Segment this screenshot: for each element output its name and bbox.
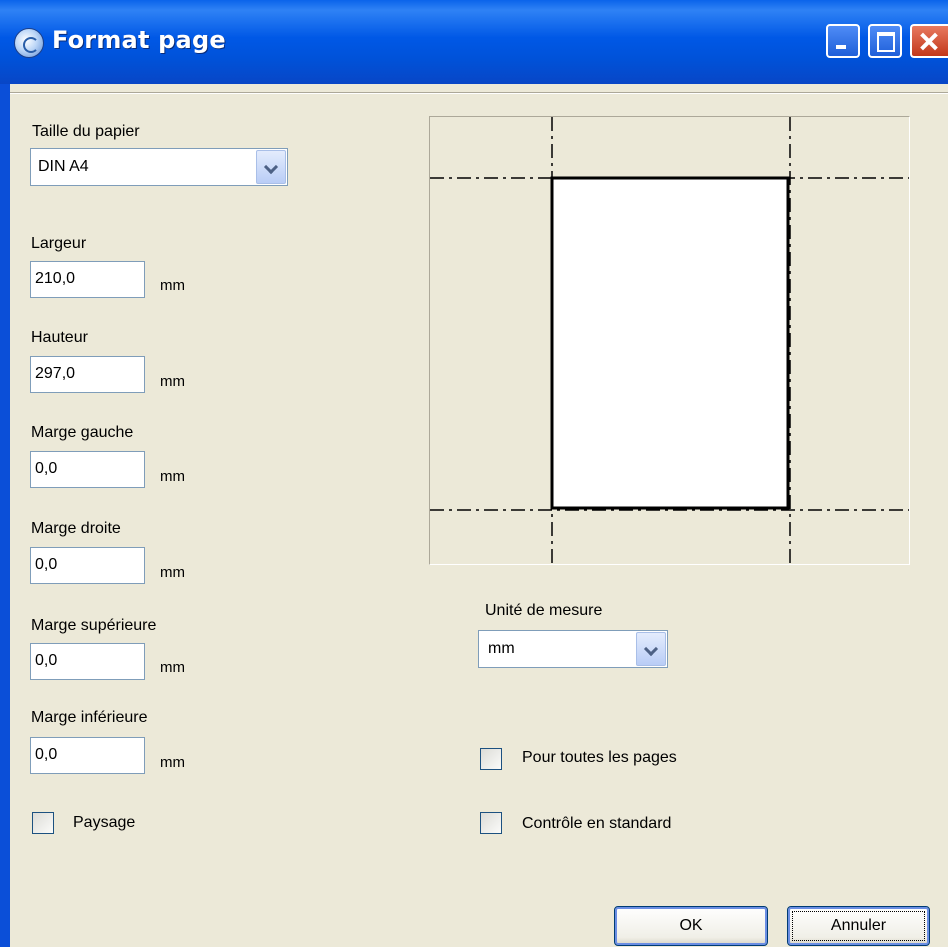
margin-top-unit: mm xyxy=(160,659,185,676)
minimize-button[interactable] xyxy=(826,24,860,58)
margin-right-input[interactable]: 0,0 xyxy=(30,547,145,584)
page-preview-drawing xyxy=(430,117,909,564)
margin-top-label: Marge supérieure xyxy=(31,617,157,634)
standard-check-checkbox[interactable] xyxy=(480,812,502,834)
height-label: Hauteur xyxy=(31,329,88,346)
ok-button[interactable]: OK xyxy=(614,906,768,946)
app-icon xyxy=(14,28,44,58)
height-unit: mm xyxy=(160,373,185,390)
page-preview xyxy=(429,116,910,565)
height-input[interactable]: 297,0 xyxy=(30,356,145,393)
standard-check-label[interactable]: Contrôle en standard xyxy=(522,815,671,833)
all-pages-checkbox[interactable] xyxy=(480,748,502,770)
paper-size-label: Taille du papier xyxy=(32,123,140,140)
paper-size-value: DIN A4 xyxy=(38,158,89,175)
maximize-button[interactable] xyxy=(868,24,902,58)
paper-size-select[interactable]: DIN A4 xyxy=(30,148,288,186)
margin-right-unit: mm xyxy=(160,564,185,581)
width-unit: mm xyxy=(160,277,185,294)
page-sheet xyxy=(550,176,790,510)
margin-left-unit: mm xyxy=(160,468,185,485)
margin-right-label: Marge droite xyxy=(31,520,121,537)
window-title: Format page xyxy=(52,26,226,54)
all-pages-label[interactable]: Pour toutes les pages xyxy=(522,749,677,767)
title-separator xyxy=(10,92,948,94)
margin-bottom-input[interactable]: 0,0 xyxy=(30,737,145,774)
margin-bottom-unit: mm xyxy=(160,754,185,771)
title-bar[interactable]: Format page xyxy=(0,0,948,84)
margin-top-input[interactable]: 0,0 xyxy=(30,643,145,680)
margin-left-input[interactable]: 0,0 xyxy=(30,451,145,488)
width-input[interactable]: 210,0 xyxy=(30,261,145,298)
landscape-checkbox[interactable] xyxy=(32,812,54,834)
measure-unit-label: Unité de mesure xyxy=(485,602,603,619)
landscape-label[interactable]: Paysage xyxy=(73,814,135,832)
measure-unit-select[interactable]: mm xyxy=(478,630,668,668)
window-frame-left xyxy=(0,0,10,947)
margin-bottom-label: Marge inférieure xyxy=(31,709,148,726)
chevron-down-icon[interactable] xyxy=(256,150,286,184)
margin-left-label: Marge gauche xyxy=(31,424,134,441)
close-button[interactable] xyxy=(910,24,948,58)
width-label: Largeur xyxy=(31,235,87,252)
cancel-button[interactable]: Annuler xyxy=(787,906,930,946)
chevron-down-icon[interactable] xyxy=(636,632,666,666)
measure-unit-value: mm xyxy=(488,640,515,657)
